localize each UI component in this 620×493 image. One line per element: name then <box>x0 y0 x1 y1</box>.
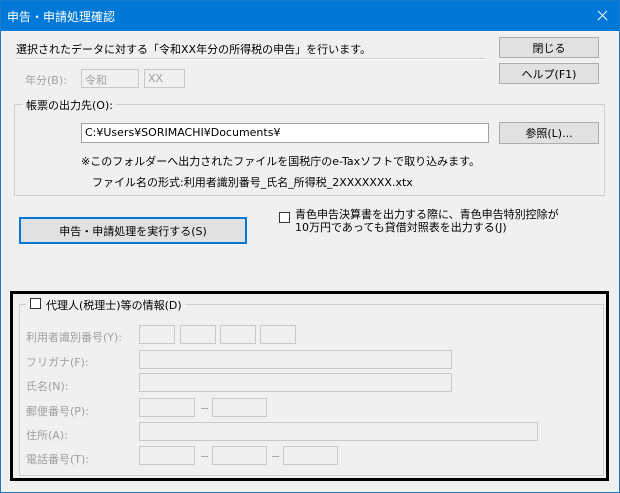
user-id-field-1 <box>139 325 175 344</box>
output-path-value: C:¥Users¥SORIMACHI¥Documents¥ <box>85 126 281 139</box>
postal-dash: − <box>200 402 210 415</box>
user-id-label: 利用者識別番号(Y): <box>26 331 123 344</box>
window-close-icon[interactable] <box>585 1 619 31</box>
furigana-label: フリガナ(F): <box>26 356 89 369</box>
title-bar: 申告・申請処理確認 <box>1 1 619 31</box>
address-label: 住所(A): <box>26 429 68 442</box>
phone-dash-2: − <box>271 450 281 463</box>
blue-return-label-line2: 10万円であっても貸借対照表を出力する(J) <box>295 221 507 234</box>
era-value: 令和 <box>85 74 107 87</box>
phone-field-1 <box>139 446 195 465</box>
proxy-legend: 代理人(税理士)等の情報(D) <box>26 297 185 313</box>
era-field: 令和 <box>81 69 139 88</box>
output-path-input[interactable]: C:¥Users¥SORIMACHI¥Documents¥ <box>81 123 489 143</box>
year-label: 年分(B): <box>25 74 67 87</box>
user-id-field-3 <box>220 325 256 344</box>
blue-return-checkbox[interactable] <box>279 212 290 223</box>
header-message: 選択されたデータに対する「令和XX年分の所得税の申告」を行います。 <box>16 43 371 56</box>
postal-field-2 <box>212 398 267 417</box>
year-field: XX <box>144 69 185 88</box>
phone-field-2 <box>212 446 267 465</box>
user-id-field-2 <box>180 325 216 344</box>
name-field <box>139 373 452 392</box>
phone-dash-1: − <box>200 450 210 463</box>
header-divider <box>15 58 485 60</box>
output-note: ※このフォルダーへ出力されたファイルを国税庁のe-Taxソフトで取り込みます。 <box>81 155 480 168</box>
confirm-dialog: 申告・申請処理確認 選択されたデータに対する「令和XX年分の所得税の申告」を行い… <box>0 0 620 493</box>
execute-button[interactable]: 申告・申請処理を実行する(S) <box>19 217 247 244</box>
name-label: 氏名(N): <box>26 380 69 393</box>
postal-label: 郵便番号(P): <box>26 405 89 418</box>
filename-format: ファイル名の形式:利用者識別番号_氏名_所得税_2XXXXXXX.xtx <box>92 176 413 189</box>
close-button[interactable]: 閉じる <box>499 37 599 58</box>
window-title: 申告・申請処理確認 <box>7 10 116 24</box>
phone-field-3 <box>283 446 338 465</box>
phone-label: 電話番号(T): <box>26 453 90 466</box>
proxy-checkbox[interactable] <box>30 298 41 309</box>
postal-field-1 <box>139 398 195 417</box>
address-field <box>139 422 538 441</box>
output-legend: 帳票の出力先(O): <box>23 97 116 113</box>
browse-button[interactable]: 参照(L)... <box>499 122 599 144</box>
help-button[interactable]: ヘルプ(F1) <box>499 63 599 84</box>
furigana-field <box>139 350 452 369</box>
user-id-field-4 <box>260 325 296 344</box>
year-value: XX <box>148 72 164 85</box>
